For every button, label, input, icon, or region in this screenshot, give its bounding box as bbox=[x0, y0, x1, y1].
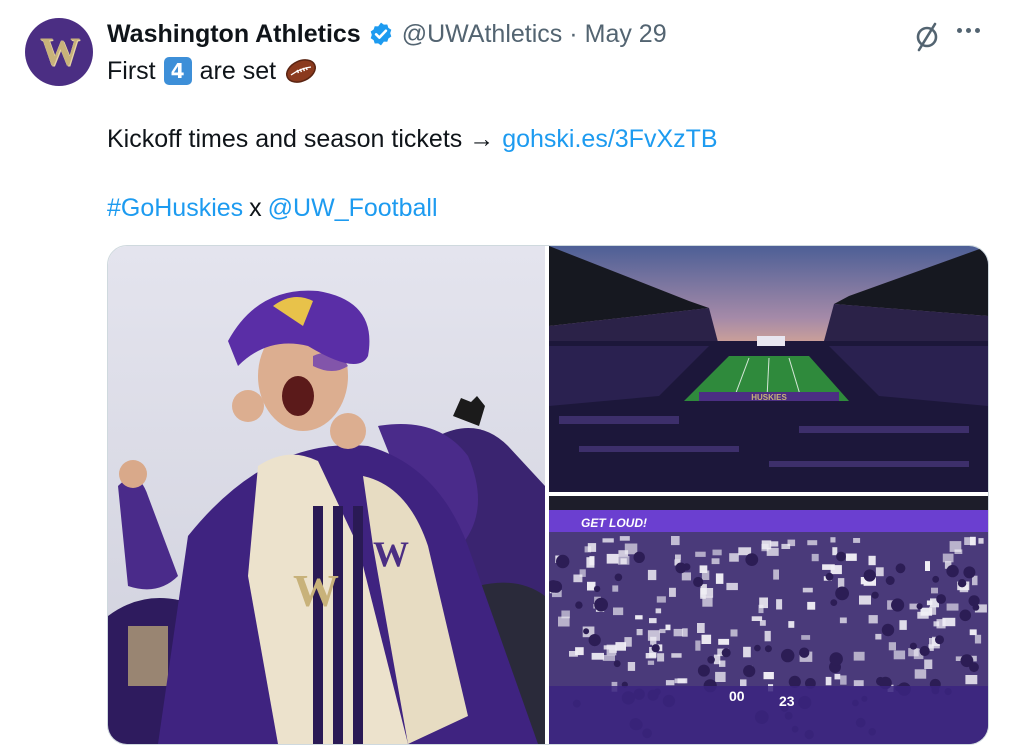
tweet-line-1: First 4 are set bbox=[107, 54, 318, 88]
tweet-link[interactable]: gohski.es/3FvXzTB bbox=[502, 122, 717, 156]
verified-badge-icon[interactable] bbox=[368, 21, 394, 47]
header-separator: · bbox=[569, 19, 578, 48]
tweet-text-kickoff: Kickoff times and season tickets → bbox=[107, 125, 495, 153]
photo-crowd-towels[interactable]: GET LOUD! 00 23 bbox=[549, 496, 988, 744]
display-name[interactable]: Washington Athletics bbox=[107, 20, 361, 49]
photo-stadium-field[interactable]: HUSKIES bbox=[549, 246, 988, 492]
tweet-text-are-set: are set bbox=[199, 57, 277, 85]
tweet-line-3: #GoHuskies x @UW_Football bbox=[107, 191, 438, 225]
svg-text:W: W bbox=[373, 534, 409, 574]
banner-text: GET LOUD! bbox=[581, 516, 647, 530]
photo-fan-cheering[interactable]: W W bbox=[108, 246, 545, 744]
american-football-emoji bbox=[286, 59, 317, 83]
avatar[interactable]: W bbox=[25, 18, 93, 86]
endzone-text: HUSKIES bbox=[751, 393, 787, 402]
tweet-date[interactable]: May 29 bbox=[585, 20, 667, 49]
tweet-header: Washington Athletics @UWAthletics · May … bbox=[107, 17, 667, 51]
svg-text:00: 00 bbox=[729, 688, 745, 704]
svg-text:23: 23 bbox=[779, 693, 795, 709]
user-handle[interactable]: @UWAthletics bbox=[402, 20, 563, 49]
svg-text:W: W bbox=[293, 565, 339, 616]
tweet-text-first: First bbox=[107, 57, 156, 85]
avatar-logo-letter: W bbox=[40, 29, 80, 74]
tweet-line-2: Kickoff times and season tickets → gohsk… bbox=[107, 122, 718, 156]
hashtag-link[interactable]: #GoHuskies bbox=[107, 191, 243, 225]
mention-link[interactable]: @UW_Football bbox=[268, 191, 438, 225]
tweet-text-x: x bbox=[249, 194, 262, 222]
grok-icon[interactable] bbox=[911, 20, 943, 52]
keycap-four-emoji: 4 bbox=[163, 57, 192, 85]
more-options-icon[interactable] bbox=[957, 28, 980, 33]
media-grid: W W HUSKIES GET LOUD! 00 23 bbox=[107, 245, 989, 745]
